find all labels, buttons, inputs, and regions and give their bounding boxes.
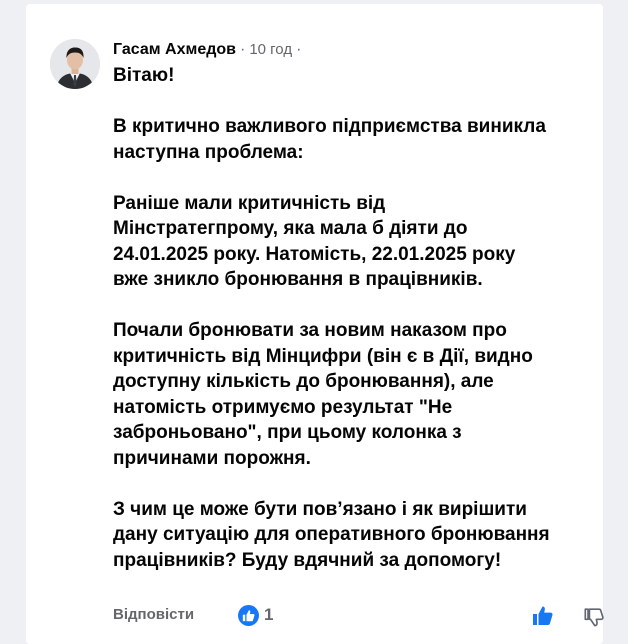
comment-header: Гасам Ахмедов · 10 год · [113,39,305,61]
text-line: 24.01.2025 року. Натомість, 22.01.2025 р… [113,243,516,265]
reaction-summary[interactable]: 1 [238,604,273,626]
dislike-button[interactable] [583,606,605,628]
text-line: вже зникло бронювання в працівників. [113,269,483,290]
paragraph-new-order: Почали бронювати за новим наказом про кр… [113,318,599,471]
paragraph-problem: В критично важливого підприємства виникл… [113,114,599,165]
text-line: Мінстратегпрому, яка мала б діяти до [113,218,468,239]
paragraph-greeting: Вітаю! [113,63,599,89]
text-line: Раніше мали критичність від [113,192,386,214]
text-line: Почали бронювати за новим наказом про [113,320,507,341]
comment-timestamp[interactable]: 10 год [249,41,292,58]
text-line: натомість отримуємо результат "Не [113,396,453,418]
like-icon [238,604,259,626]
text-line: критичність від Мінцифри (він є в Дії, в… [113,345,533,367]
reply-button[interactable]: Відповісти [113,606,194,623]
avatar-image [50,39,100,89]
comment-actions: Відповісти 1 [113,604,604,628]
text-line: В критично важливого підприємства виникл… [113,116,546,137]
text-line: доступну кількість до бронювання), але [113,371,494,392]
text-line: заброньовано", при цьому колонка з [113,422,462,443]
text-line: причинами порожня. [113,447,311,469]
paragraph-previous-criticality: Раніше мали критичність від Мінстратегпр… [113,191,599,293]
author-name[interactable]: Гасам Ахмедов [113,41,236,58]
header-separator: · [239,41,246,58]
text-line: наступна проблема: [113,141,304,163]
comment-body: Вітаю! В критично важливого підприємства… [113,63,599,573]
comment-card: Гасам Ахмедов · 10 год · Вітаю! В критично … [26,4,604,644]
thumbs-up-icon [533,606,553,625]
reaction-count: 1 [264,605,274,624]
avatar[interactable] [50,39,100,89]
text-line: Вітаю! [113,65,175,86]
text-line: дану ситуацію для оперативного бронюванн… [113,524,550,545]
thumbs-down-icon [584,608,604,627]
text-line: працівників? Буду вдячний за допомогу! [113,549,502,571]
text-line: З чим це може бути пов’язано і як виріши… [113,498,527,520]
like-button[interactable] [531,604,555,628]
timestamp-separator: · [296,41,302,58]
paragraph-question: З чим це може бути пов’язано і як виріши… [113,497,599,574]
